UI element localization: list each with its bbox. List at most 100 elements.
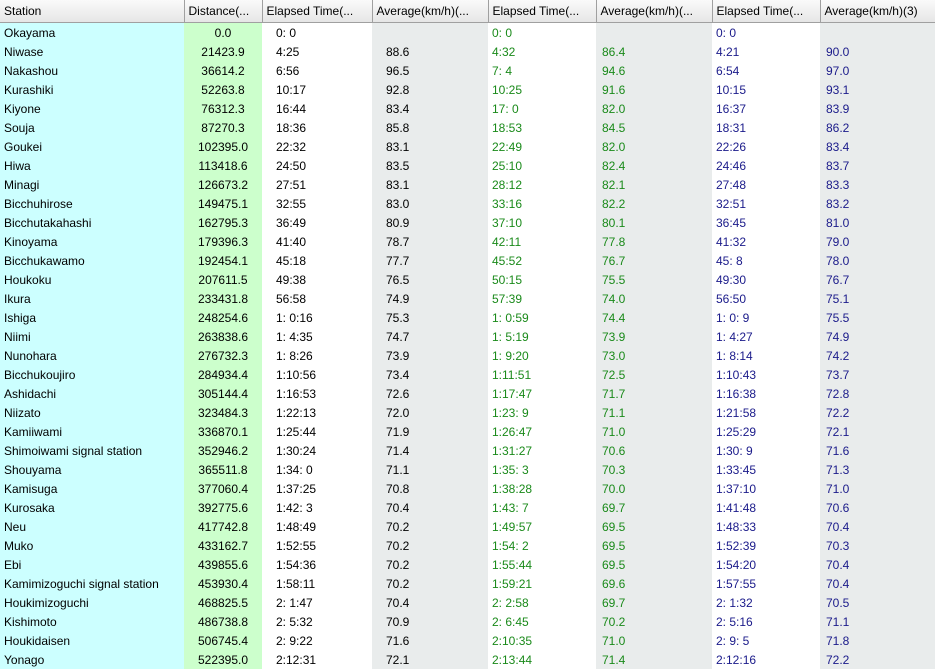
column-header-average-2[interactable]: Average(km/h)(... — [596, 0, 713, 23]
cell-elapsed-time-1[interactable]: 1:52:55 — [262, 536, 372, 555]
cell-elapsed-time-1[interactable]: 1:30:24 — [262, 441, 372, 460]
cell-elapsed-time-3[interactable]: 18:31 — [712, 118, 820, 137]
cell-elapsed-time-2[interactable]: 25:10 — [488, 156, 596, 175]
cell-elapsed-time-2[interactable]: 1:35: 3 — [488, 460, 596, 479]
cell-station[interactable]: Kamiiwami — [0, 422, 184, 441]
cell-station[interactable]: Niizato — [0, 403, 184, 422]
cell-elapsed-time-2[interactable]: 1:17:47 — [488, 384, 596, 403]
cell-distance[interactable]: 263838.6 — [184, 327, 262, 346]
cell-average-2[interactable]: 70.0 — [596, 479, 712, 498]
cell-station[interactable]: Kinoyama — [0, 232, 184, 251]
table-row[interactable]: Kamisuga 377060.4 1:37:25 70.8 1:38:28 70.0 1:… — [0, 479, 935, 498]
cell-average-1[interactable]: 70.4 — [372, 498, 488, 517]
cell-elapsed-time-3[interactable]: 1:10:43 — [712, 365, 820, 384]
cell-average-1[interactable]: 83.0 — [372, 194, 488, 213]
cell-average-1[interactable]: 96.5 — [372, 61, 488, 80]
cell-station[interactable]: Kurashiki — [0, 80, 184, 99]
column-header-elapsed-time-1[interactable]: Elapsed Time(... — [262, 0, 373, 23]
cell-average-1[interactable]: 71.9 — [372, 422, 488, 441]
cell-average-3[interactable]: 83.4 — [820, 137, 935, 156]
cell-elapsed-time-3[interactable]: 1: 4:27 — [712, 327, 820, 346]
table-row[interactable]: Niizato 323484.3 1:22:13 72.0 1:23: 9 71.1 1:2… — [0, 403, 935, 422]
cell-station[interactable]: Nakashou — [0, 61, 184, 80]
table-row[interactable]: Ebi 439855.6 1:54:36 70.2 1:55:44 69.5 1:54:20… — [0, 555, 935, 574]
cell-distance[interactable]: 192454.1 — [184, 251, 262, 270]
cell-elapsed-time-3[interactable]: 41:32 — [712, 232, 820, 251]
cell-average-2[interactable]: 82.4 — [596, 156, 712, 175]
cell-station[interactable]: Souja — [0, 118, 184, 137]
cell-distance[interactable]: 102395.0 — [184, 137, 262, 156]
cell-average-3[interactable]: 72.1 — [820, 422, 935, 441]
cell-elapsed-time-1[interactable]: 49:38 — [262, 270, 372, 289]
cell-elapsed-time-3[interactable]: 1:33:45 — [712, 460, 820, 479]
cell-station[interactable]: Bicchukawamo — [0, 251, 184, 270]
cell-average-1[interactable]: 75.3 — [372, 308, 488, 327]
cell-station[interactable]: Houkimizoguchi — [0, 593, 184, 612]
cell-elapsed-time-1[interactable]: 1:25:44 — [262, 422, 372, 441]
table-row[interactable]: Niwase 21423.9 4:25 88.6 4:32 86.4 4:21 90.0 — [0, 42, 935, 61]
cell-station[interactable]: Shimoiwami signal station — [0, 441, 184, 460]
cell-average-1[interactable]: 70.9 — [372, 612, 488, 631]
cell-elapsed-time-2[interactable]: 2: 6:45 — [488, 612, 596, 631]
cell-average-3[interactable]: 70.3 — [820, 536, 935, 555]
table-row[interactable]: Shimoiwami signal station 352946.2 1:30:24… — [0, 441, 935, 460]
cell-elapsed-time-3[interactable]: 49:30 — [712, 270, 820, 289]
cell-elapsed-time-2[interactable]: 22:49 — [488, 137, 596, 156]
cell-elapsed-time-2[interactable]: 42:11 — [488, 232, 596, 251]
cell-elapsed-time-2[interactable]: 7: 4 — [488, 61, 596, 80]
cell-average-1[interactable]: 92.8 — [372, 80, 488, 99]
cell-station[interactable]: Kamimizoguchi signal station — [0, 574, 184, 593]
cell-station[interactable]: Kishimoto — [0, 612, 184, 631]
cell-average-3[interactable]: 86.2 — [820, 118, 935, 137]
cell-elapsed-time-1[interactable]: 32:55 — [262, 194, 372, 213]
cell-distance[interactable]: 352946.2 — [184, 441, 262, 460]
column-header-elapsed-time-2[interactable]: Elapsed Time(... — [488, 0, 597, 23]
cell-elapsed-time-2[interactable]: 2: 2:58 — [488, 593, 596, 612]
cell-station[interactable]: Kamisuga — [0, 479, 184, 498]
cell-station[interactable]: Niwase — [0, 42, 184, 61]
cell-average-1[interactable]: 74.9 — [372, 289, 488, 308]
cell-average-1[interactable]: 76.5 — [372, 270, 488, 289]
cell-station[interactable]: Minagi — [0, 175, 184, 194]
cell-average-3[interactable]: 74.2 — [820, 346, 935, 365]
cell-elapsed-time-3[interactable]: 1:30: 9 — [712, 441, 820, 460]
cell-distance[interactable]: 248254.6 — [184, 308, 262, 327]
cell-elapsed-time-3[interactable]: 32:51 — [712, 194, 820, 213]
table-row[interactable]: Kurosaka 392775.6 1:42: 3 70.4 1:43: 7 69.7 1:… — [0, 498, 935, 517]
table-row[interactable]: Minagi 126673.2 27:51 83.1 28:12 82.1 27:48 83.… — [0, 175, 935, 194]
cell-average-2[interactable]: 71.0 — [596, 422, 712, 441]
cell-distance[interactable]: 439855.6 — [184, 555, 262, 574]
cell-elapsed-time-1[interactable]: 1:34: 0 — [262, 460, 372, 479]
table-row[interactable]: Neu 417742.8 1:48:49 70.2 1:49:57 69.5 1:48:33… — [0, 517, 935, 536]
table-row[interactable]: Okayama 0.0 0: 0 0: 0 0: 0 — [0, 22, 935, 42]
cell-average-3[interactable]: 70.4 — [820, 517, 935, 536]
cell-elapsed-time-1[interactable]: 36:49 — [262, 213, 372, 232]
table-row[interactable]: Bicchukawamo 192454.1 45:18 77.7 45:52 76.7 45… — [0, 251, 935, 270]
cell-average-1[interactable]: 70.2 — [372, 517, 488, 536]
cell-average-3[interactable]: 70.4 — [820, 555, 935, 574]
cell-average-2[interactable]: 70.6 — [596, 441, 712, 460]
cell-average-2[interactable]: 69.6 — [596, 574, 712, 593]
cell-station[interactable]: Muko — [0, 536, 184, 555]
cell-average-1[interactable]: 83.4 — [372, 99, 488, 118]
cell-station[interactable]: Bicchuhirose — [0, 194, 184, 213]
cell-distance[interactable]: 113418.6 — [184, 156, 262, 175]
cell-average-1[interactable] — [372, 22, 488, 42]
cell-elapsed-time-3[interactable]: 1:37:10 — [712, 479, 820, 498]
cell-average-2[interactable]: 76.7 — [596, 251, 712, 270]
cell-average-1[interactable]: 83.1 — [372, 175, 488, 194]
cell-elapsed-time-3[interactable]: 27:48 — [712, 175, 820, 194]
cell-distance[interactable]: 433162.7 — [184, 536, 262, 555]
cell-station[interactable]: Neu — [0, 517, 184, 536]
cell-average-3[interactable]: 71.6 — [820, 441, 935, 460]
cell-elapsed-time-3[interactable]: 1:25:29 — [712, 422, 820, 441]
table-row[interactable]: Kiyone 76312.3 16:44 83.4 17: 0 82.0 16:37 83.9 — [0, 99, 935, 118]
cell-elapsed-time-2[interactable]: 50:15 — [488, 270, 596, 289]
cell-average-1[interactable]: 72.0 — [372, 403, 488, 422]
cell-distance[interactable]: 323484.3 — [184, 403, 262, 422]
cell-average-3[interactable]: 70.5 — [820, 593, 935, 612]
cell-average-3[interactable]: 72.2 — [820, 403, 935, 422]
cell-elapsed-time-3[interactable]: 10:15 — [712, 80, 820, 99]
cell-station[interactable]: Ikura — [0, 289, 184, 308]
cell-station[interactable]: Kurosaka — [0, 498, 184, 517]
